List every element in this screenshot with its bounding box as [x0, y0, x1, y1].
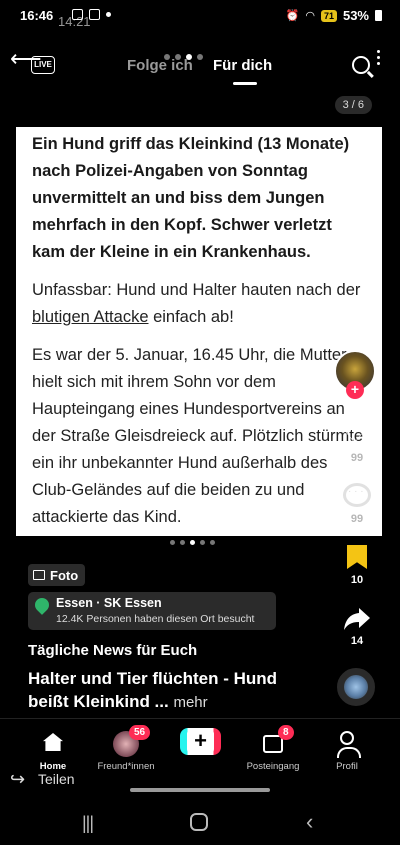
like-count: 99: [350, 452, 364, 464]
profile-icon: [337, 731, 361, 758]
location-visitors: 12.4K Personen haben diesen Ort besucht: [56, 613, 255, 625]
author-name[interactable]: Tägliche News für Euch: [28, 642, 197, 659]
image-notification-icon: [72, 9, 83, 20]
article-lead: Ein Hund griff das Kleinkind (13 Monate)…: [32, 135, 350, 261]
battery-percent: 53%: [342, 8, 369, 23]
share-label: Teilen: [38, 771, 75, 787]
system-icons: ⏰ ◠ 71 53%: [286, 8, 382, 23]
system-home-icon[interactable]: [190, 813, 208, 831]
post-caption: Halter und Tier flüchten - Hund beißt Kl…: [28, 669, 278, 711]
battery-icon: [375, 10, 382, 21]
live-button[interactable]: LIVE: [31, 56, 55, 74]
article-link: blutigen Attacke: [32, 308, 149, 326]
gesture-handle[interactable]: [130, 788, 270, 792]
active-tab-indicator: [233, 82, 257, 85]
photo-tag-label: Foto: [50, 567, 79, 583]
recents-icon[interactable]: |||: [82, 813, 94, 834]
location-name: Essen · SK Essen: [56, 596, 162, 610]
gallery-notification-icon: [89, 9, 100, 20]
photo-tag: Foto: [28, 564, 86, 586]
search-icon[interactable]: [352, 56, 370, 74]
friends-badge: 56: [129, 725, 151, 740]
article-paragraph-2: Unfassbar: Hund und Halter hauten nach d…: [32, 281, 361, 326]
more-options-icon[interactable]: [377, 50, 380, 65]
inbox-badge: 8: [278, 725, 294, 740]
system-nav-bar: ||| ‹: [0, 800, 400, 845]
more-notifications-icon: [106, 12, 111, 17]
comment-count: 99: [350, 513, 364, 525]
share-count: 14: [350, 635, 364, 647]
location-chip[interactable]: Essen · SK Essen 12.4K Personen haben di…: [28, 592, 276, 630]
share-out-icon: ↪: [10, 769, 26, 789]
more-link[interactable]: mehr: [173, 694, 207, 711]
article-paragraph-3: Es war der 5. Januar, 16.45 Uhr, die Mut…: [32, 346, 364, 526]
music-disc-icon[interactable]: [337, 668, 375, 706]
bookmark-count: 10: [350, 574, 364, 586]
follow-button[interactable]: +: [346, 381, 364, 399]
system-back-icon[interactable]: ‹: [306, 809, 313, 835]
status-bar: 16:46 14:21 ⏰ ◠ 71 53%: [0, 0, 400, 30]
live-label: LIVE: [34, 60, 52, 69]
create-button[interactable]: +: [180, 728, 221, 755]
app-badge: 71: [320, 9, 337, 22]
comment-icon[interactable]: [343, 483, 371, 507]
photo-counter: 3 / 6: [334, 96, 372, 114]
tab-following[interactable]: Folge ich: [127, 57, 193, 74]
image-icon: [33, 570, 45, 580]
location-pin-icon: [32, 595, 52, 615]
tab-for-you[interactable]: Für dich: [213, 57, 272, 74]
top-nav: ⟵ LIVE Folge ich Für dich: [0, 42, 400, 92]
alarm-icon: ⏰: [285, 10, 300, 22]
carousel-dots: [170, 540, 215, 545]
notification-icons: [72, 9, 111, 20]
like-heart-icon[interactable]: ♡: [342, 420, 367, 448]
share-arrow-icon[interactable]: [343, 606, 371, 632]
wifi-icon: ◠: [305, 10, 315, 22]
bookmark-icon[interactable]: [347, 545, 367, 569]
status-time: 16:46: [20, 8, 54, 23]
article-photo[interactable]: Ein Hund griff das Kleinkind (13 Monate)…: [16, 127, 382, 536]
plus-icon: +: [187, 728, 214, 755]
home-icon: [43, 733, 63, 751]
